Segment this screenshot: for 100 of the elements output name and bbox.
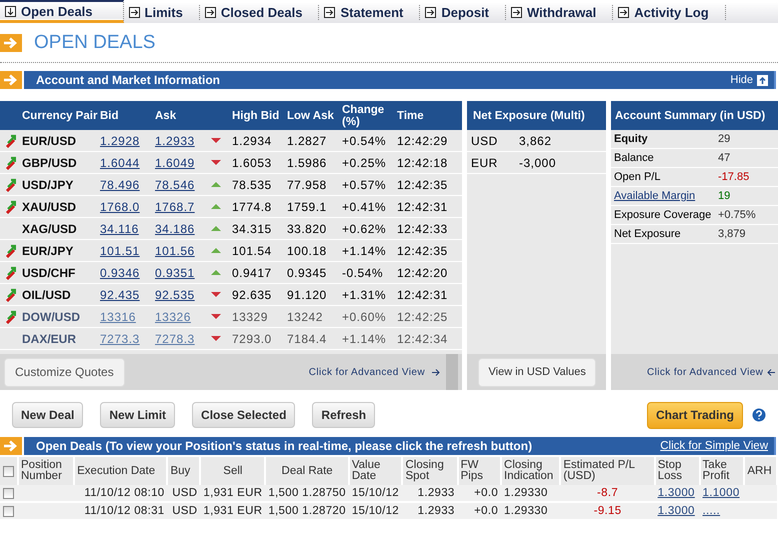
row-checkbox[interactable] [3,488,14,498]
ask-link[interactable]: 1768.7 [155,200,195,214]
table-cell-text: 12:42:35 [397,178,449,192]
exposure-value: -3,000 [519,156,558,170]
table-cell-text: +0.25% [342,156,388,170]
column-header: Buy [167,457,200,485]
tab[interactable]: Deposit [420,5,506,20]
advanced-view-link[interactable]: Click for Advanced View [308,366,425,378]
bid-link[interactable]: 1.6044 [100,156,140,170]
action-button[interactable]: New Deal [12,402,84,428]
row-checkbox[interactable] [3,506,14,516]
bid-link[interactable]: 92.435 [100,288,140,302]
column-header: Closing Indication [501,457,560,485]
currency-label: EUR [471,156,499,170]
action-button[interactable]: New Limit [100,402,176,428]
table-cell-text: 7293.0 [232,332,273,346]
column-header: Sell [200,457,266,485]
column-header: Estimated P/L (USD) [560,457,655,485]
ask-link[interactable]: 1.2933 [155,134,195,148]
currency-pair: USD/JPY [22,178,74,192]
usd-values-button[interactable]: View in USD Values [478,358,596,386]
table-cell: 1,931 EUR [203,487,262,499]
table-cell-text: 91.120 [287,288,328,302]
section-title: Open Deals (To view your Position's status in real-time, please click the refresh button) [36,439,534,453]
tab[interactable]: Statement [319,5,420,20]
tab[interactable]: Open Deals [0,0,124,23]
bid-link[interactable]: 78.496 [100,178,140,192]
table-cell-text: 12:42:25 [397,310,449,324]
table-cell-text: 12:42:31 [397,288,449,302]
tab[interactable]: Limits [124,5,200,20]
bid-link[interactable]: 0.9346 [100,266,140,280]
table-cell: 1.29330 [504,505,548,517]
bid-link[interactable]: 34.116 [100,222,139,236]
table-cell: USD [172,487,198,499]
table-cell-text: +0.41% [342,200,388,214]
table-cell-text: 1774.8 [232,200,273,214]
table-cell-text: -0.54% [342,266,384,280]
column-header: Low Ask [287,110,335,122]
table-cell: 1,500 [268,505,299,517]
table-cell-text: 34.315 [232,222,273,236]
table-cell-text: 1.6053 [232,156,273,170]
section-title: Account and Market Information [36,73,222,87]
ask-link[interactable]: 0.9351 [155,266,195,280]
tab[interactable]: Activity Log [613,5,726,20]
currency-pair: XAG/USD [22,222,78,236]
ask-link[interactable]: 92.535 [155,288,195,302]
table-cell-text: 12:42:18 [397,156,449,170]
scrollbar[interactable] [446,354,458,390]
ask-link[interactable]: 34.186 [155,222,195,236]
table-cell-text: 13329 [232,310,269,324]
column-header: FW Pips [458,457,502,485]
bid-link[interactable]: 101.51 [100,244,140,258]
select-all-checkbox[interactable] [3,466,14,476]
ask-link[interactable]: 1.6049 [155,156,195,170]
table-cell: 1,931 EUR [203,505,262,517]
table-cell-text: 101.54 [232,244,273,258]
table-cell: -8.7 [597,487,618,499]
hide-button[interactable]: Hide [730,74,768,86]
tab-icon [618,7,630,18]
ask-link[interactable]: 78.546 [155,178,195,192]
table-cell-text: 7184.4 [287,332,328,346]
panel-title: Account Summary (in USD) [615,110,766,122]
summary-value: 19 [718,190,732,202]
currency-pair: GBP/USD [22,156,78,170]
ask-link[interactable]: 101.56 [155,244,195,258]
chart-trading-button[interactable]: Chart Trading [646,402,743,428]
table-cell: 1.29330 [504,487,548,499]
table-cell-text: +0.60% [342,310,388,324]
column-header: Deal Rate [265,457,349,485]
tab[interactable]: Withdrawal [506,5,614,20]
table-cell: 15/10/12 [352,505,399,517]
table-cell-text: 77.958 [287,178,328,192]
help-icon[interactable] [752,408,766,422]
tab[interactable]: Closed Deals [200,5,320,20]
column-header: Bid [100,110,120,122]
currency-pair: XAU/USD [22,200,78,214]
summary-value: -17.85 [718,171,750,183]
simple-view-link[interactable]: Click for Simple View [660,440,768,452]
table-cell: +0.0 [474,487,498,499]
bid-link[interactable]: 1768.0 [100,200,140,214]
table-cell: 1.2933 [418,487,455,499]
column-header: Currency Pair [22,110,98,122]
table-cell-text: 1.2827 [287,134,328,148]
customize-quotes-button[interactable]: Customize Quotes [4,358,125,386]
currency-label: USD [471,134,499,148]
tab-icon [425,7,436,18]
summary-value: 29 [718,133,732,145]
table-cell-text: 12:42:35 [397,244,449,258]
bid-link[interactable]: 1.2928 [100,134,140,148]
action-button[interactable]: Refresh [312,402,376,428]
action-button[interactable]: Close Selected [192,402,296,428]
table-cell-text: 12:42:31 [397,200,449,214]
table-cell: 11/10/12 08:31 [84,505,164,517]
summary-value: 3,879 [718,228,747,240]
column-header: Execution Date [74,457,168,485]
currency-pair: EUR/USD [22,134,78,148]
table-cell-text: +1.14% [342,332,388,346]
column-header: Take Profit [700,457,744,485]
margin-link[interactable]: Available Margin [614,190,696,202]
table-cell: 11/10/12 08:10 [84,487,164,499]
